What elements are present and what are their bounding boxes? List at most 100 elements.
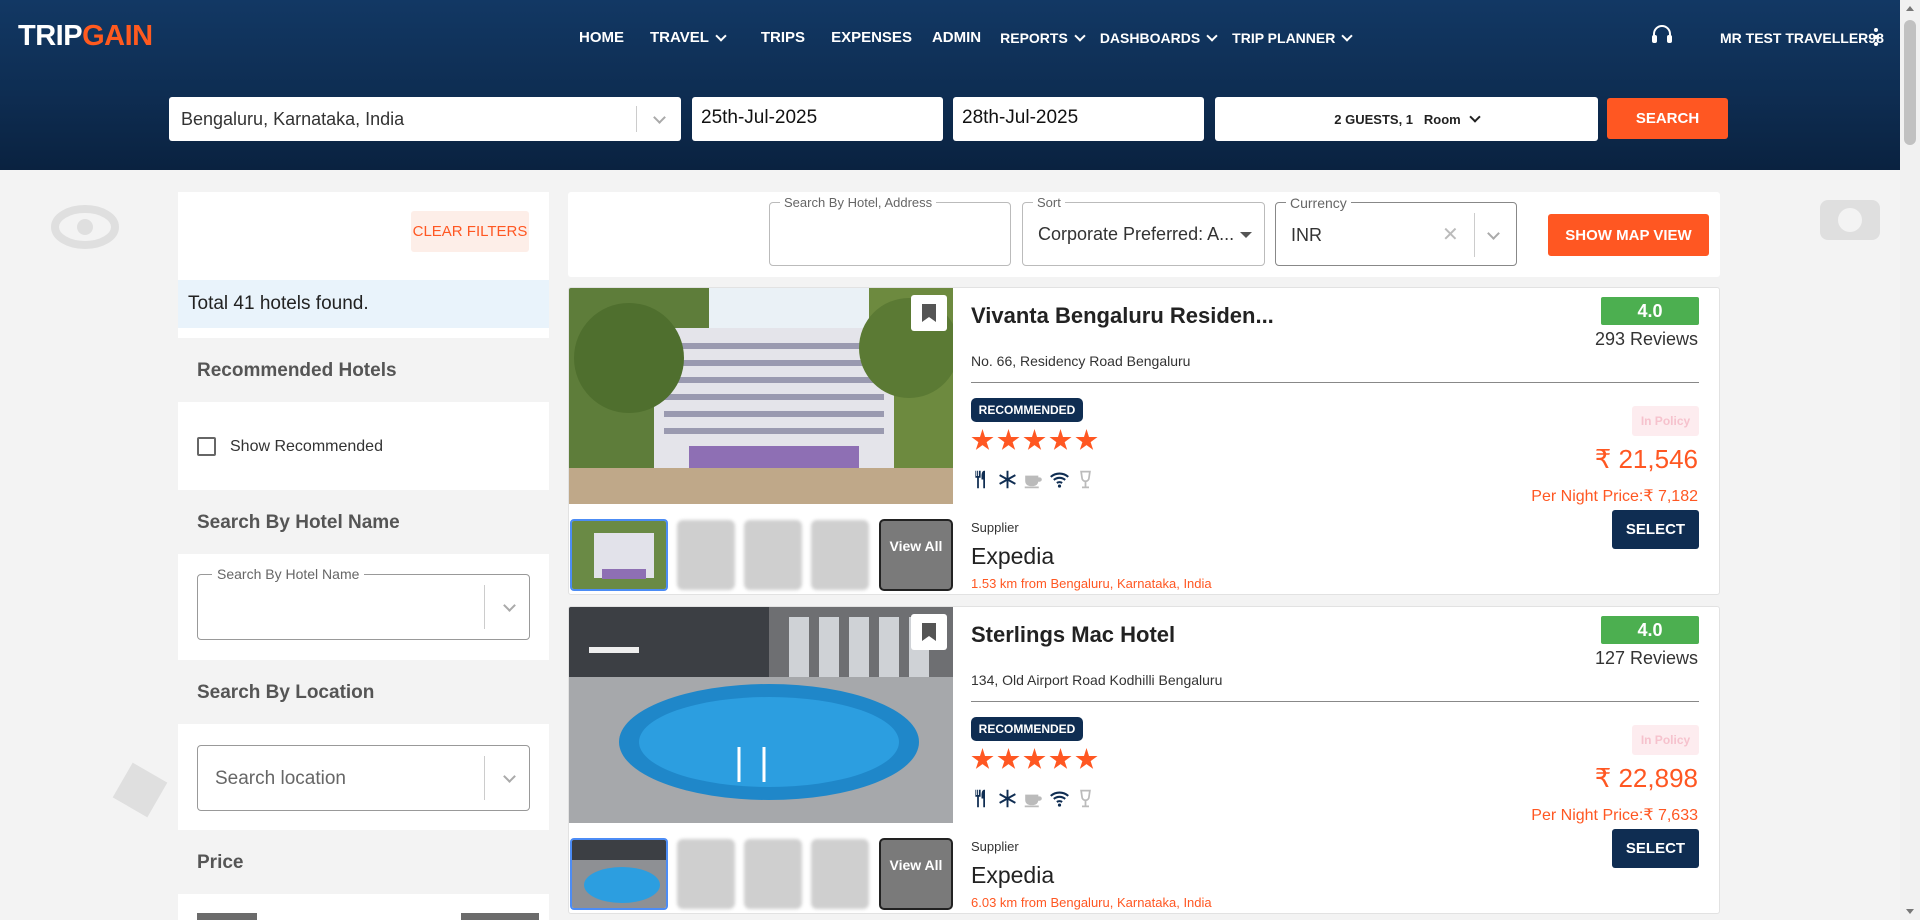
nav-trips-label: TRIPS — [760, 29, 806, 46]
price-max-handle[interactable] — [461, 913, 539, 920]
bar-glass-icon — [1080, 470, 1091, 489]
price-min-handle[interactable] — [197, 913, 257, 920]
filters-sidebar: CLEAR FILTERS Total 41 hotels found. Rec… — [178, 192, 549, 920]
star-icon — [1049, 429, 1072, 450]
scroll-up-arrow-icon[interactable] — [1906, 6, 1914, 11]
view-all-photos-button[interactable]: View All — [879, 519, 953, 591]
nav-travel[interactable]: TRAVEL — [650, 29, 727, 46]
scroll-down-arrow-icon[interactable] — [1906, 909, 1914, 914]
chevron-down-icon — [715, 29, 727, 42]
star-icon — [1023, 429, 1046, 450]
supplier-name: Expedia — [971, 862, 1055, 888]
recommended-section-title: Recommended Hotels — [178, 338, 549, 402]
thumbnail[interactable] — [677, 839, 735, 909]
user-name[interactable]: MR TEST TRAVELLER98 — [1720, 30, 1884, 46]
thumbnail-selected[interactable] — [570, 838, 668, 910]
supplier-name: Expedia — [971, 543, 1055, 569]
room-label: Room — [1423, 111, 1461, 127]
location-search-select[interactable]: Search location — [197, 745, 530, 811]
show-recommended-checkbox[interactable] — [197, 437, 216, 456]
select-hotel-button[interactable]: SELECT — [1612, 829, 1699, 868]
thumbnail[interactable] — [744, 520, 802, 590]
recommended-badge: RECOMMENDED — [971, 717, 1083, 741]
bookmark-icon[interactable] — [911, 614, 947, 650]
supplier-label: Supplier — [971, 839, 1019, 854]
eye-watermark-icon — [51, 205, 119, 249]
clear-filters-button[interactable]: CLEAR FILTERS — [411, 211, 529, 252]
clear-icon[interactable]: ✕ — [1442, 222, 1459, 247]
headset-icon[interactable] — [1650, 22, 1674, 46]
star-rating — [971, 429, 1098, 452]
chevron-down-icon — [1074, 29, 1086, 42]
review-count: 293 Reviews — [1594, 329, 1698, 349]
restaurant-icon — [975, 470, 985, 489]
sort-select[interactable]: Sort Corporate Preferred: A... — [1022, 195, 1265, 266]
rating-badge: 4.0 — [1601, 297, 1699, 325]
restaurant-icon — [975, 789, 985, 808]
nav-expenses[interactable]: EXPENSES — [831, 29, 912, 46]
chevron-down-icon — [1206, 29, 1218, 42]
rating-badge: 4.0 — [1601, 616, 1699, 644]
nav-admin[interactable]: ADMIN — [932, 29, 981, 46]
bar-glass-icon — [1080, 789, 1091, 808]
nav-trips[interactable]: TRIPS — [761, 29, 805, 46]
hotel-address-search-input[interactable]: Search By Hotel, Address — [769, 195, 1011, 266]
show-recommended-label: Show Recommended — [230, 437, 383, 455]
nav-admin-label: ADMIN — [931, 29, 982, 46]
currency-label: Currency — [1286, 195, 1351, 211]
hotel-address: No. 66, Residency Road Bengaluru — [971, 353, 1191, 369]
star-icon — [971, 748, 994, 769]
chevron-down-icon[interactable] — [503, 768, 516, 786]
show-recommended-checkbox-row[interactable]: Show Recommended — [197, 437, 383, 456]
distance-text: 6.03 km from Bengaluru, Karnataka, India — [971, 895, 1212, 910]
chevron-down-icon[interactable] — [1487, 225, 1500, 243]
hotel-address-search-label: Search By Hotel, Address — [780, 195, 937, 210]
hotel-building-image — [569, 288, 953, 504]
bookmark-icon[interactable] — [911, 295, 947, 331]
scrollbar-thumb[interactable] — [1904, 20, 1916, 145]
hotel-photo[interactable] — [569, 288, 953, 504]
photo-thumbnails: View All — [569, 838, 953, 910]
checkin-date-field[interactable]: 25th-Jul-2025 — [692, 97, 943, 141]
hotel-name[interactable]: Vivanta Bengaluru Residen... — [971, 303, 1274, 329]
chevron-down-icon[interactable] — [503, 597, 516, 615]
thumbnail[interactable] — [811, 839, 869, 909]
thumbnail-selected[interactable] — [570, 519, 668, 591]
guests-value: 2 GUESTS, 1 — [1334, 111, 1414, 127]
nav-travel-label: TRAVEL — [650, 29, 709, 46]
amenities — [971, 469, 1096, 490]
view-all-photos-button[interactable]: View All — [879, 838, 953, 910]
total-hotels-count: Total 41 hotels found. — [178, 280, 549, 328]
nav-trip-planner[interactable]: TRIP PLANNER — [1232, 29, 1354, 46]
nav-dashboards[interactable]: DASHBOARDS — [1100, 29, 1218, 46]
show-map-view-button[interactable]: SHOW MAP VIEW — [1548, 214, 1709, 256]
caret-down-icon — [1240, 232, 1252, 238]
location-value: Bengaluru, Karnataka, India — [181, 108, 405, 129]
chevron-down-icon — [1341, 29, 1354, 42]
logo-text-trip: TRIP — [18, 20, 83, 52]
hotel-name[interactable]: Sterlings Mac Hotel — [971, 622, 1175, 648]
hotel-photo[interactable] — [569, 607, 953, 823]
guests-rooms-select[interactable]: 2 GUESTS, 1 Room — [1215, 97, 1598, 141]
select-hotel-button[interactable]: SELECT — [1612, 510, 1699, 549]
checkout-date-field[interactable]: 28th-Jul-2025 — [953, 97, 1204, 141]
ac-snowflake-icon — [999, 789, 1016, 808]
nav-reports-label: REPORTS — [1000, 29, 1068, 46]
hotel-name-select[interactable]: Search By Hotel Name — [197, 566, 530, 640]
location-select[interactable]: Bengaluru, Karnataka, India — [169, 97, 681, 141]
recommended-badge: RECOMMENDED — [971, 398, 1083, 422]
more-options-icon[interactable] — [1874, 28, 1878, 49]
search-button[interactable]: SEARCH — [1607, 98, 1728, 139]
tripgain-logo[interactable]: TRIPGAIN — [18, 20, 153, 53]
amenities — [971, 788, 1096, 809]
thumbnail[interactable] — [744, 839, 802, 909]
page-scrollbar[interactable] — [1900, 0, 1920, 920]
thumbnail[interactable] — [677, 520, 735, 590]
star-icon — [1049, 748, 1072, 769]
chevron-down-icon[interactable] — [637, 110, 681, 124]
thumbnail[interactable] — [811, 520, 869, 590]
currency-select[interactable]: Currency INR ✕ — [1275, 195, 1517, 266]
select-divider — [484, 756, 485, 800]
nav-home[interactable]: HOME — [579, 29, 624, 46]
nav-reports[interactable]: REPORTS — [1000, 29, 1086, 46]
